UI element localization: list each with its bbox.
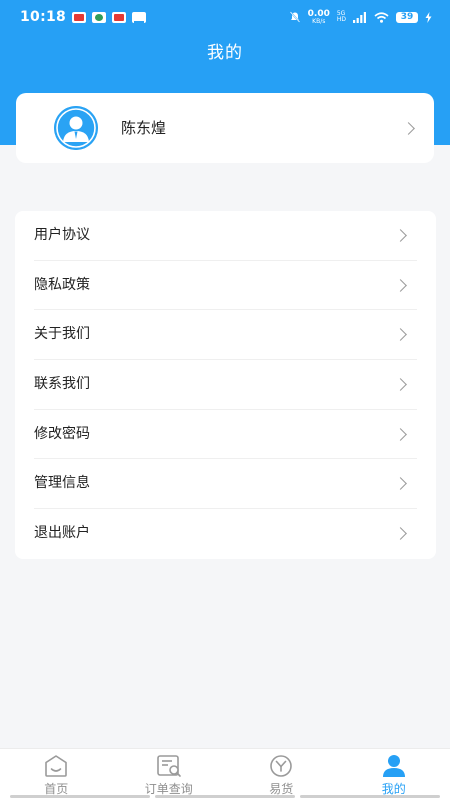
menu-item-label: 关于我们	[34, 326, 90, 343]
signal-bars-icon	[353, 11, 366, 23]
wifi-icon	[374, 11, 389, 23]
menu-item-about-us[interactable]: 关于我们	[34, 310, 417, 361]
mail-icon	[132, 11, 147, 23]
signal-label: 5G HD	[337, 11, 346, 23]
chevron-right-icon	[394, 477, 407, 491]
status-time: 10:18	[20, 9, 67, 25]
user-profile-card[interactable]: 陈东煌	[16, 93, 434, 163]
network-speed: 0.00 KB/s	[308, 9, 330, 25]
yi-circle-icon	[270, 755, 293, 777]
tab-order-search[interactable]: 订单查询	[113, 749, 226, 800]
calendar-icon	[72, 11, 87, 23]
menu-item-label: 用户协议	[34, 227, 90, 243]
settings-menu: 用户协议 隐私政策 关于我们 联系我们 修改密码 管理信息 退出账户	[15, 211, 436, 559]
user-avatar-icon	[54, 106, 98, 150]
gesture-bar-left	[10, 795, 150, 798]
chevron-right-icon	[394, 378, 407, 391]
gesture-bar-right	[300, 795, 440, 798]
tab-profile[interactable]: 我的	[338, 749, 450, 800]
menu-item-change-password[interactable]: 修改密码	[34, 410, 417, 460]
tab-barter[interactable]: 易货	[225, 749, 338, 800]
tab-home[interactable]: 首页	[0, 749, 113, 800]
signal-label-bottom: HD	[336, 16, 346, 23]
chevron-right-icon	[394, 427, 407, 441]
menu-item-label: 管理信息	[34, 475, 90, 492]
menu-item-manage-info[interactable]: 管理信息	[34, 459, 417, 510]
home-icon	[45, 755, 68, 777]
gesture-bar-middle	[155, 795, 295, 798]
menu-item-label: 修改密码	[34, 425, 90, 442]
menu-item-privacy-policy[interactable]: 隐私政策	[34, 261, 417, 311]
chevron-right-icon	[394, 527, 407, 540]
menu-item-label: 隐私政策	[34, 276, 90, 293]
order-search-icon	[156, 755, 181, 777]
status-right: 0.00 KB/s 5G HD 39	[289, 9, 432, 25]
profile-icon	[382, 755, 405, 777]
menu-item-contact-us[interactable]: 联系我们	[34, 360, 417, 410]
mute-icon	[289, 11, 300, 23]
status-left: 10:18	[20, 9, 147, 25]
menu-item-logout[interactable]: 退出账户	[34, 509, 417, 559]
chevron-right-icon	[394, 328, 407, 342]
battery-indicator: 39	[396, 11, 418, 23]
page-title: 我的	[207, 43, 243, 63]
profile-page: 10:18 0.00 KB/s 5G HD 39 我的 陈东煌 用户协议 隐私政…	[0, 0, 450, 800]
chevron-right-icon	[394, 229, 407, 242]
bottom-tab-bar: 首页 订单查询 易货 我的	[0, 748, 450, 800]
charging-icon	[425, 11, 432, 23]
mobile-network-icon	[92, 11, 107, 23]
status-bar: 10:18 0.00 KB/s 5G HD 39	[0, 0, 450, 34]
menu-item-label: 联系我们	[34, 376, 90, 393]
chevron-right-icon	[402, 122, 415, 135]
menu-item-label: 退出账户	[34, 525, 90, 542]
network-speed-unit: KB/s	[312, 17, 326, 25]
user-name: 陈东煌	[121, 119, 167, 137]
chevron-right-icon	[394, 278, 407, 292]
menu-item-user-agreement[interactable]: 用户协议	[34, 211, 417, 261]
app-badge-icon	[112, 11, 127, 23]
